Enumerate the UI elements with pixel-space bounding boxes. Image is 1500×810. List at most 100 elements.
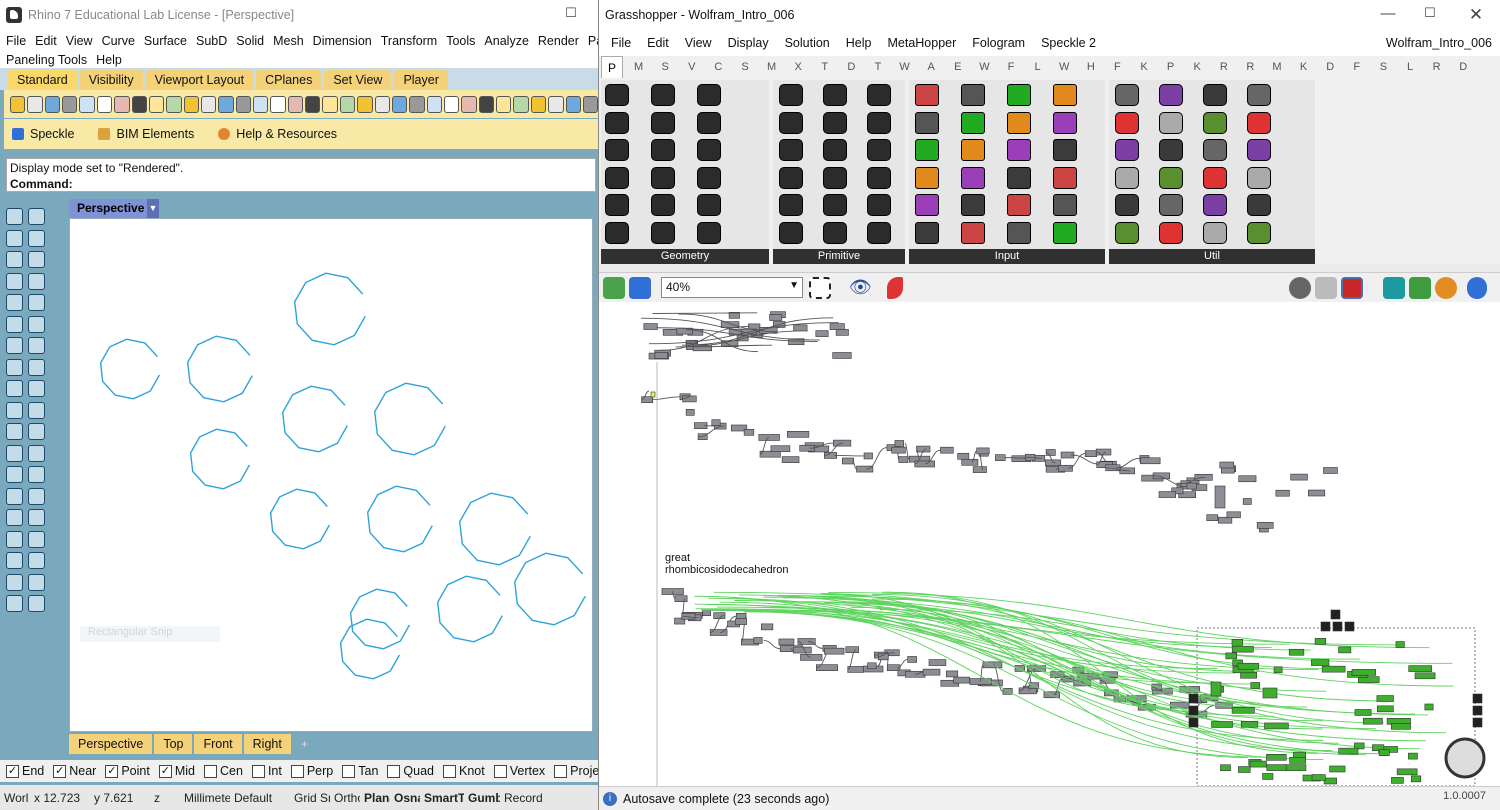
decagon-curve[interactable] — [458, 492, 531, 566]
node-component[interactable] — [1186, 482, 1197, 490]
node-component[interactable] — [894, 440, 905, 447]
node-component[interactable] — [770, 445, 791, 453]
checkbox-icon[interactable] — [290, 764, 304, 778]
component-icon[interactable] — [605, 221, 629, 244]
component-icon[interactable] — [1247, 139, 1271, 161]
node-component[interactable] — [842, 457, 854, 465]
component-tab[interactable]: M — [1266, 61, 1288, 73]
component-icon[interactable] — [915, 111, 939, 134]
component-icon[interactable] — [1053, 221, 1077, 244]
node-component[interactable] — [845, 646, 859, 653]
checkbox-icon[interactable] — [443, 764, 456, 778]
maximize-icon[interactable]: ☐ — [560, 5, 582, 25]
node-component[interactable] — [1323, 467, 1338, 474]
checkbox-icon[interactable]: ✓ — [53, 764, 67, 778]
node-component[interactable] — [1395, 641, 1405, 648]
decagon-curve[interactable] — [366, 485, 433, 553]
node-component[interactable] — [1275, 489, 1290, 497]
menu-view[interactable]: View — [66, 34, 93, 48]
component-icon[interactable] — [605, 139, 629, 161]
component-icon[interactable] — [1007, 221, 1031, 244]
component-tab[interactable]: S — [1372, 61, 1394, 73]
sidebar-tool-icon[interactable] — [6, 466, 23, 483]
node-component[interactable] — [1262, 773, 1274, 780]
node-component[interactable] — [829, 323, 845, 330]
node-component[interactable] — [702, 609, 711, 616]
sidebar-tool-icon[interactable] — [6, 401, 23, 419]
component-icon[interactable] — [1159, 139, 1183, 161]
component-icon[interactable] — [1007, 194, 1031, 216]
node-component[interactable] — [816, 664, 838, 671]
color-ball-icon[interactable] — [1435, 277, 1457, 299]
sidebar-tool-icon[interactable] — [28, 444, 45, 462]
menu-subd[interactable]: SubD — [196, 34, 227, 48]
sidebar-tool-icon[interactable] — [28, 487, 45, 505]
component-icon[interactable] — [651, 139, 675, 161]
component-icon[interactable] — [823, 221, 847, 244]
panel-label-input[interactable]: Input — [909, 249, 1105, 264]
sidebar-tool-icon[interactable] — [6, 509, 23, 526]
component-icon[interactable] — [1159, 194, 1183, 216]
tab-player[interactable]: Player — [394, 70, 448, 90]
node-component[interactable] — [1311, 659, 1330, 666]
node-component[interactable] — [1391, 777, 1404, 784]
open-file-icon[interactable] — [603, 277, 625, 299]
toolbar-tool-icon[interactable] — [548, 95, 564, 113]
component-tab[interactable]: L — [1027, 61, 1049, 73]
sidebar-tool-icon[interactable] — [28, 423, 45, 440]
node-component[interactable] — [863, 452, 873, 460]
component-tab[interactable]: K — [1186, 61, 1208, 73]
component-icon[interactable] — [1203, 84, 1227, 106]
node-component[interactable] — [1472, 717, 1483, 728]
node-component[interactable] — [1225, 652, 1237, 660]
sidebar-tool-icon[interactable] — [28, 337, 45, 354]
panel-label-primitive[interactable]: Primitive — [773, 249, 905, 264]
sidebar-tool-icon[interactable] — [28, 272, 45, 290]
close-icon[interactable]: ✕ — [1465, 5, 1487, 25]
component-icon[interactable] — [823, 166, 847, 189]
node-component[interactable] — [800, 654, 823, 661]
toolbar-tool-icon[interactable] — [131, 95, 147, 113]
component-icon[interactable] — [1115, 111, 1139, 134]
node-component[interactable] — [1376, 705, 1394, 713]
view-tab-top[interactable]: Top — [154, 734, 193, 754]
node-component[interactable] — [1289, 757, 1306, 764]
component-tab[interactable]: K — [1133, 61, 1155, 73]
sidebar-tool-icon[interactable] — [6, 208, 23, 225]
component-tab[interactable]: R — [1426, 61, 1448, 73]
zoom-dropdown[interactable]: 40% ▼ — [661, 277, 803, 298]
toolbar-tool-icon[interactable] — [339, 95, 356, 113]
node-component[interactable] — [1219, 461, 1235, 469]
component-icon[interactable] — [961, 166, 985, 189]
sidebar-tool-icon[interactable] — [6, 444, 23, 462]
component-icon[interactable] — [1247, 111, 1271, 134]
node-component[interactable] — [835, 329, 849, 336]
component-tab[interactable]: L — [1399, 61, 1421, 73]
decagon-curve[interactable] — [436, 575, 503, 643]
sidebar-tool-icon[interactable] — [28, 595, 45, 612]
component-icon[interactable] — [867, 84, 891, 106]
help-resources-button[interactable]: Help & Resources — [218, 127, 337, 141]
node-component[interactable] — [1288, 648, 1305, 656]
component-icon[interactable] — [823, 84, 847, 106]
add-view-tab-button[interactable]: + — [293, 734, 316, 754]
node-component[interactable] — [797, 638, 816, 645]
tab-standard[interactable]: Standard — [8, 70, 77, 90]
component-icon[interactable] — [1053, 194, 1077, 216]
decagon-curve[interactable] — [293, 272, 366, 346]
component-icon[interactable] — [1203, 139, 1227, 161]
component-icon[interactable] — [1203, 111, 1227, 134]
checkbox-icon[interactable]: ✓ — [158, 764, 172, 778]
toolbar-tool-icon[interactable] — [565, 95, 581, 113]
gh-menu-help[interactable]: Help — [846, 36, 872, 50]
node-component[interactable] — [650, 391, 656, 398]
sidebar-tool-icon[interactable] — [28, 530, 45, 548]
gh-menu-speckle[interactable]: Speckle 2 — [1041, 36, 1096, 50]
sidebar-tool-icon[interactable] — [6, 294, 23, 311]
zoom-extents-icon[interactable] — [809, 277, 831, 299]
osnap-vertex[interactable]: Vertex — [493, 764, 545, 778]
decagon-curve[interactable] — [339, 618, 401, 680]
sidebar-tool-icon[interactable] — [28, 509, 45, 526]
component-icon[interactable] — [1159, 111, 1183, 134]
sidebar-tool-icon[interactable] — [6, 380, 23, 397]
